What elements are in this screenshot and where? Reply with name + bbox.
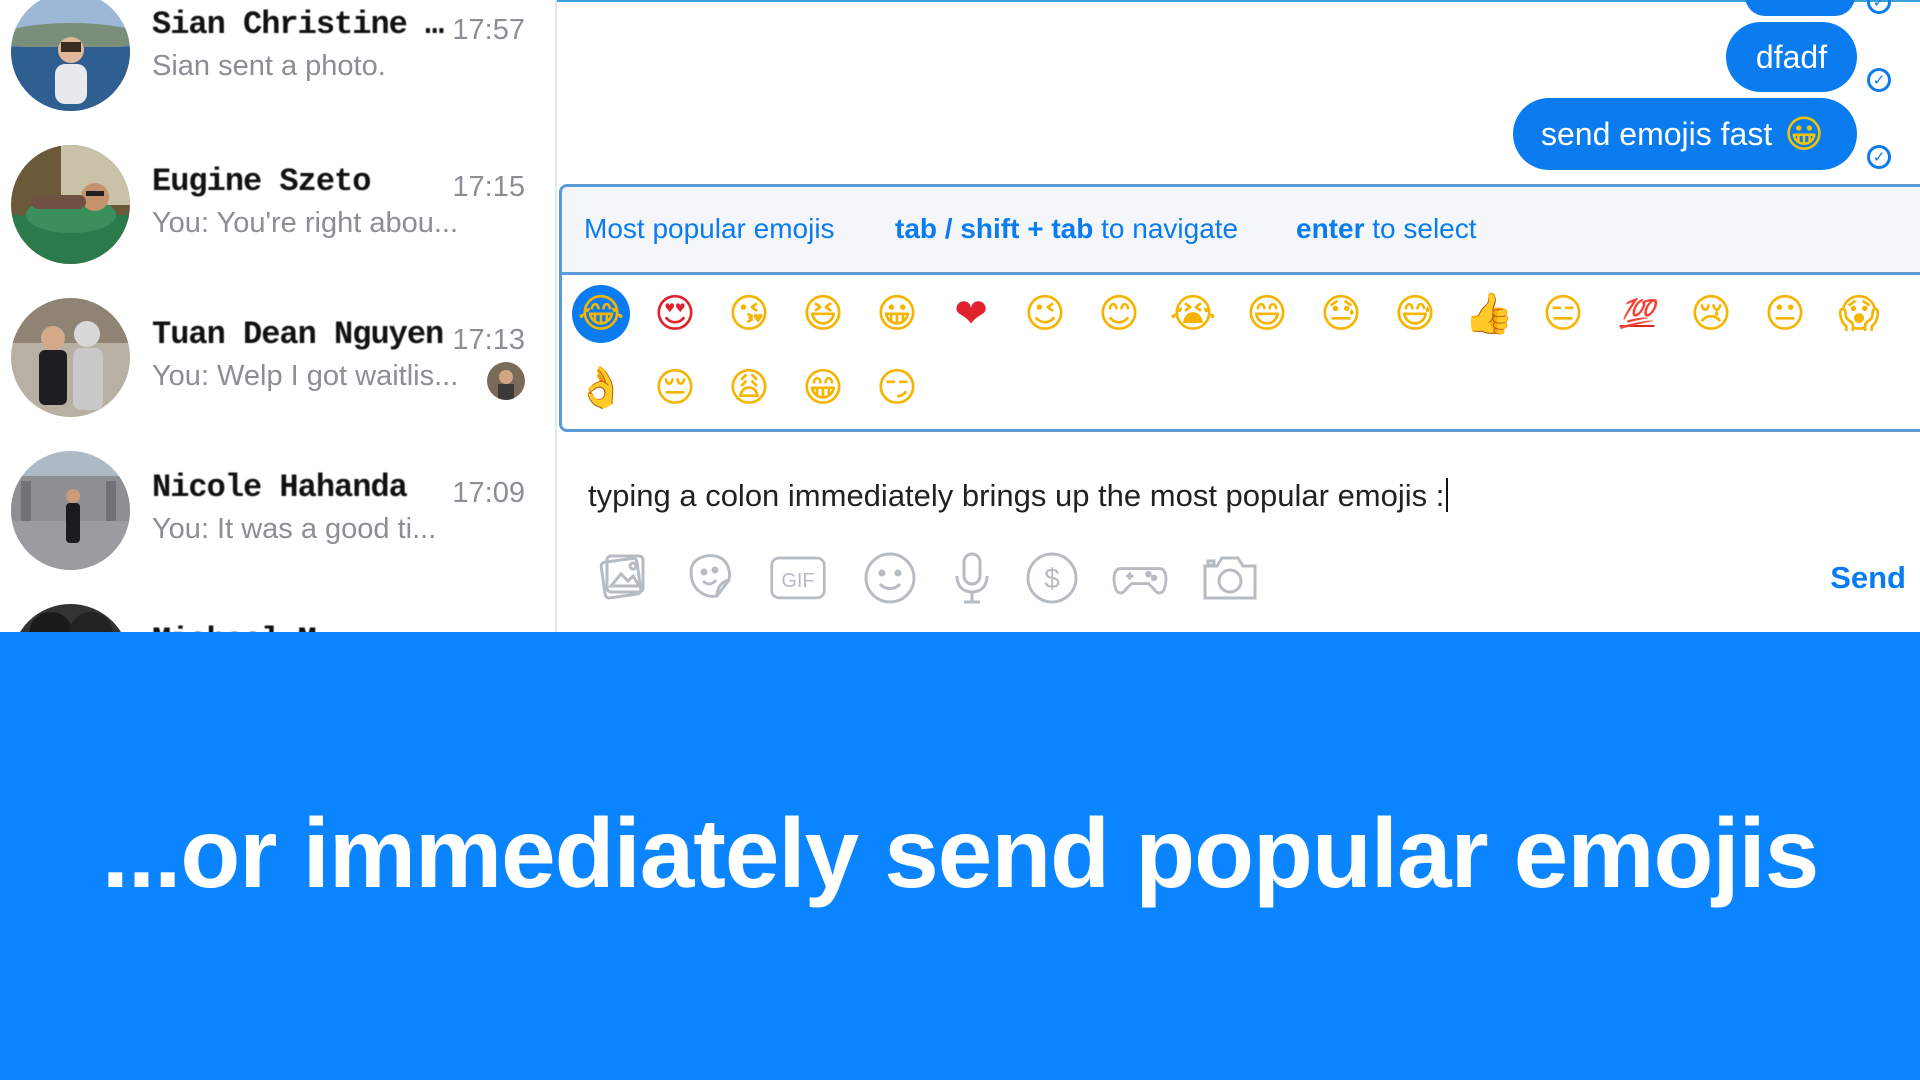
send-button[interactable]: Send xyxy=(1830,560,1906,596)
conversation-snippet: You: It was a good ti... xyxy=(152,513,437,545)
avatar xyxy=(11,0,130,111)
message-bubble: dfadf xyxy=(1726,22,1857,92)
pensive-emoji-icon[interactable]: 😔 xyxy=(646,359,704,417)
navigate-suffix: to navigate xyxy=(1093,213,1239,244)
conversation-item[interactable]: Tuan Dean Nguyen 17:13 You: Welp I got w… xyxy=(0,298,555,451)
conversation-item[interactable]: Michael M... xyxy=(0,604,555,632)
sticker-icon[interactable] xyxy=(681,548,739,606)
sad-tear-emoji-icon[interactable]: 😢 xyxy=(1682,285,1740,343)
conversation-item[interactable]: Eugine Szeto 17:15 You: You're right abo… xyxy=(0,145,555,298)
gif-label: GIF xyxy=(781,570,814,592)
winking-emoji-icon[interactable]: 😉 xyxy=(1016,285,1074,343)
weary-emoji-icon[interactable]: 😩 xyxy=(720,359,778,417)
game-icon[interactable] xyxy=(1111,548,1173,606)
neutral-face-emoji-icon[interactable]: 😐 xyxy=(1756,285,1814,343)
smirking-emoji-icon[interactable]: 😏 xyxy=(868,359,926,417)
camera-icon[interactable] xyxy=(1201,548,1259,606)
laughing-emoji-icon[interactable]: 😆 xyxy=(794,285,852,343)
caption-banner: ...or immediately send popular emojis xyxy=(0,632,1920,1080)
composer-toolbar: GIF $ Send xyxy=(557,548,1920,608)
avatar xyxy=(11,298,130,417)
conversation-name: Eugine Szeto xyxy=(152,163,371,200)
grinning-smiling-eyes-emoji-icon[interactable]: 😄 xyxy=(1238,285,1296,343)
heart-eyes-emoji-icon[interactable]: 😍 xyxy=(646,285,704,343)
crying-emoji-icon[interactable]: 😭 xyxy=(1164,285,1222,343)
conversation-list[interactable]: Sian Christine W... 17:57 Sian sent a ph… xyxy=(0,0,557,632)
emoji-suggestion-panel: Most popular emojis tab / shift + tab to… xyxy=(559,184,1920,432)
seen-avatar xyxy=(487,362,525,400)
select-key: enter xyxy=(1296,213,1365,244)
conversation-time: 17:13 xyxy=(452,324,525,356)
avatar xyxy=(11,451,130,570)
ok-hand-emoji-icon[interactable]: 👌 xyxy=(572,359,630,417)
grinning-emoji-icon[interactable]: 😀 xyxy=(868,285,926,343)
conversation-time: 17:15 xyxy=(452,171,525,203)
svg-text:$: $ xyxy=(1044,563,1060,594)
downcast-sweat-emoji-icon[interactable]: 😓 xyxy=(1312,285,1370,343)
sent-check-icon: ✓ xyxy=(1867,0,1891,14)
conversation-name: Nicole Hahanda xyxy=(152,469,408,506)
conversation-item[interactable]: Sian Christine W... 17:57 Sian sent a ph… xyxy=(0,0,555,145)
avatar xyxy=(11,145,130,264)
conversation-item[interactable]: Nicole Hahanda 17:09 You: It was a good … xyxy=(0,451,555,604)
chat-area: ✓ dfadf ✓ send emojis fast 😀 ✓ Most popu… xyxy=(557,0,1920,632)
gif-icon[interactable]: GIF xyxy=(769,548,833,606)
beaming-emoji-icon[interactable]: 😁 xyxy=(794,359,852,417)
message-bubble: send emojis fast 😀 xyxy=(1513,98,1857,170)
smiling-eyes-emoji-icon[interactable]: 😊 xyxy=(1090,285,1148,343)
sent-check-icon: ✓ xyxy=(1867,145,1891,169)
emoji-panel-header: Most popular emojis tab / shift + tab to… xyxy=(562,187,1920,275)
emoji-icon[interactable] xyxy=(861,548,919,606)
hundred-points-emoji-icon[interactable]: 💯 xyxy=(1608,285,1666,343)
thumbs-up-emoji-icon[interactable]: 👍 xyxy=(1460,285,1518,343)
message-text: dfadf xyxy=(1755,38,1828,75)
navigate-keys: tab / shift + tab xyxy=(895,213,1094,244)
microphone-icon[interactable] xyxy=(943,548,1001,606)
kissing-emoji-icon[interactable]: 😘 xyxy=(720,285,778,343)
conversation-time: 17:57 xyxy=(452,14,525,46)
message-text: send emojis fast xyxy=(1541,115,1773,152)
photo-icon[interactable] xyxy=(593,548,651,606)
message-input[interactable]: typing a colon immediately brings up the… xyxy=(588,478,1449,514)
grinning-emoji-icon: 😀 xyxy=(1784,112,1824,156)
expressionless-emoji-icon[interactable]: 😑 xyxy=(1534,285,1592,343)
caption-text: ...or immediately send popular emojis xyxy=(101,798,1820,908)
red-heart-emoji-icon[interactable]: ❤ xyxy=(942,285,1000,343)
conversation-snippet: Sian sent a photo. xyxy=(152,50,386,82)
avatar xyxy=(11,604,130,632)
messenger-window: Sian Christine W... 17:57 Sian sent a ph… xyxy=(0,0,1920,632)
screaming-emoji-icon[interactable]: 😱 xyxy=(1830,285,1888,343)
tears-of-joy-emoji-icon[interactable]: 😂 xyxy=(572,285,630,343)
select-hint: enter to select xyxy=(1296,213,1477,245)
text-caret xyxy=(1446,478,1449,512)
conversation-snippet: You: You're right abou... xyxy=(152,207,459,239)
sent-check-icon: ✓ xyxy=(1867,68,1891,92)
conversation-time: 17:09 xyxy=(452,477,525,509)
message-input-text: typing a colon immediately brings up the… xyxy=(588,478,1445,513)
grinning-sweat-emoji-icon[interactable]: 😅 xyxy=(1386,285,1444,343)
navigate-hint: tab / shift + tab to navigate xyxy=(895,213,1238,245)
conversation-snippet: You: Welp I got waitlis... xyxy=(152,360,459,392)
select-suffix: to select xyxy=(1364,213,1477,244)
emoji-panel-title: Most popular emojis xyxy=(584,213,835,244)
conversation-name: Sian Christine W... xyxy=(152,6,452,43)
conversation-name: Michael M... xyxy=(152,622,452,632)
message-bubble-partial xyxy=(1745,0,1855,16)
payment-icon[interactable]: $ xyxy=(1023,548,1081,606)
conversation-name: Tuan Dean Nguyen xyxy=(152,316,444,353)
